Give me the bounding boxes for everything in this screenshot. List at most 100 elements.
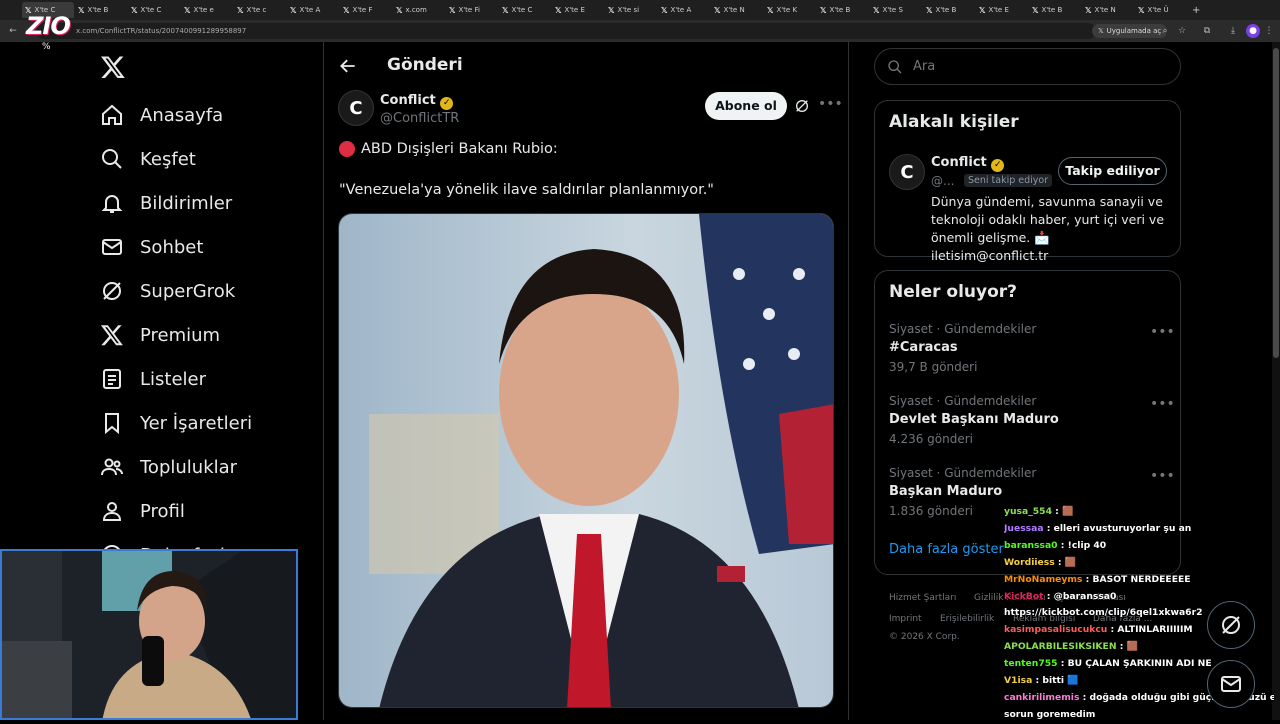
browser-tab[interactable]: 𝕏 X'te S (870, 2, 922, 18)
menu-icon[interactable]: ⋮ (1262, 24, 1276, 38)
trend-name[interactable]: Devlet Başkanı Maduro (889, 412, 1059, 427)
author-name[interactable]: Conflict ✓ (380, 93, 454, 110)
browser-tab[interactable]: 𝕏 X'te E (552, 2, 604, 18)
trend-name[interactable]: #Caracas (889, 340, 958, 355)
grok-icon[interactable] (794, 98, 810, 114)
browser-tab[interactable]: 𝕏 X'te B (817, 2, 869, 18)
browser-tab[interactable]: 𝕏 X'te c (234, 2, 286, 18)
search-input[interactable]: Ara (913, 59, 935, 74)
grok-icon (1222, 616, 1240, 634)
browser-tab[interactable]: 𝕏 X'te e (181, 2, 233, 18)
verified-badge-icon: ✓ (440, 97, 454, 110)
following-button[interactable]: Takip ediliyor (1058, 157, 1167, 185)
scrollbar-thumb[interactable] (1273, 48, 1279, 358)
footer-link[interactable]: Imprint (889, 614, 922, 624)
nav-item-list[interactable]: Listeler (100, 365, 206, 393)
stream-logo-badge: % (42, 42, 51, 52)
new-tab-button[interactable]: + (1192, 5, 1200, 16)
post-text-line-2: "Venezuela'ya yönelik ilave saldırılar p… (339, 182, 714, 198)
back-icon[interactable]: ← (6, 24, 20, 38)
nav-item-person[interactable]: Profil (100, 497, 185, 525)
browser-tab-label: X'te si (617, 6, 640, 14)
url-field[interactable]: x.com/ConflictTR/status/2007400991289958… (36, 23, 1096, 39)
nav-item-label: Profil (140, 500, 185, 522)
search-bar[interactable]: Ara (874, 48, 1181, 85)
more-options-icon[interactable]: ••• (818, 96, 843, 112)
related-handle[interactable]: @... (931, 174, 954, 188)
trend-more-icon[interactable]: ••• (1150, 396, 1175, 412)
stream-logo: ZIO (26, 12, 71, 40)
extension-icon[interactable]: ⧉ (1200, 24, 1214, 38)
browser-tab[interactable]: 𝕏 X'te N (1082, 2, 1134, 18)
browser-url-bar: ← x.com/ConflictTR/status/20074009912899… (0, 20, 1280, 42)
nav-item-people[interactable]: Topluluklar (100, 453, 237, 481)
x-favicon-icon: 𝕏 (555, 5, 562, 15)
footer-link[interactable]: Erişilebilirlik (940, 614, 994, 624)
related-name[interactable]: Conflict ✓ (931, 155, 1005, 172)
chat-username: APOLARBILESIKSIKEN (1004, 641, 1117, 653)
grok-icon (103, 282, 121, 300)
browser-tab[interactable]: 𝕏 X'te C (499, 2, 551, 18)
browser-tab-label: X'te e (193, 6, 214, 14)
messages-fab-button[interactable] (1207, 660, 1255, 708)
browser-tab[interactable]: 𝕏 X'te N (711, 2, 763, 18)
chat-username: baranssa0 (1004, 539, 1058, 551)
browser-tab[interactable]: 𝕏 X'te A (287, 2, 339, 18)
chat-text: 🟫 (1064, 556, 1077, 568)
browser-tab-label: X'te S (882, 6, 903, 14)
author-handle[interactable]: @ConflictTR (380, 111, 459, 126)
nav-item-home[interactable]: Anasayfa (100, 101, 223, 129)
profile-icon[interactable]: ● (1246, 24, 1260, 38)
trend-name[interactable]: Başkan Maduro (889, 484, 1002, 499)
show-more-link[interactable]: Daha fazla göster (889, 542, 1004, 557)
trend-more-icon[interactable]: ••• (1150, 468, 1175, 484)
browser-tab[interactable]: 𝕏 X'te E (976, 2, 1028, 18)
download-icon[interactable]: ⤓ (1226, 24, 1240, 38)
author-avatar[interactable]: C (338, 90, 374, 126)
browser-tab[interactable]: 𝕏 X'te F (340, 2, 392, 18)
chat-text: https://kickbot.com/clip/6qel1xkwa6r2 (1004, 607, 1203, 619)
nav-item-bookmark[interactable]: Yer İşaretleri (100, 409, 252, 437)
x-favicon-icon: 𝕏 (926, 5, 933, 15)
grok-fab-button[interactable] (1207, 601, 1255, 649)
nav-item-x[interactable]: Premium (100, 321, 220, 349)
copyright: © 2026 X Corp. (889, 632, 960, 642)
nav-item-grok[interactable]: SuperGrok (100, 277, 235, 305)
nav-item-mail[interactable]: Sohbet (100, 233, 203, 261)
related-avatar[interactable]: C (889, 154, 925, 190)
nav-item-search[interactable]: Keşfet (100, 145, 196, 173)
trend-count: 4.236 gönderi (889, 432, 973, 446)
browser-tab[interactable]: 𝕏 X'te Fi (446, 2, 498, 18)
browser-tab[interactable]: 𝕏 X'te si (605, 2, 657, 18)
browser-tab[interactable]: 𝕏x.com (393, 2, 445, 18)
browser-tab[interactable]: 𝕏 X'te Ü (1135, 2, 1187, 18)
trend-more-icon[interactable]: ••• (1150, 324, 1175, 340)
webcam-overlay (0, 549, 298, 720)
x-logo-icon[interactable] (100, 54, 126, 80)
browser-tab-label: X'te C (140, 6, 162, 14)
browser-tab[interactable]: 𝕏 X'te B (1029, 2, 1081, 18)
open-in-app-button[interactable]: 𝕏 Uygulamada aç (1092, 24, 1168, 38)
x-favicon-icon: 𝕏 (396, 5, 403, 15)
browser-tab[interactable]: 𝕏 X'te A (658, 2, 710, 18)
nav-item-bell[interactable]: Bildirimler (100, 189, 232, 217)
chat-message: Wordiiess : 🟫 (1004, 556, 1077, 568)
browser-tab[interactable]: 𝕏 X'te C (128, 2, 180, 18)
browser-tab[interactable]: 𝕏 X'te B (75, 2, 127, 18)
browser-tab[interactable]: 𝕏 X'te B (923, 2, 975, 18)
trend-category: Siyaset · Gündemdekiler (889, 322, 1037, 336)
subscribe-button[interactable]: Abone ol (705, 92, 787, 120)
star-icon[interactable]: ☆ (1175, 24, 1189, 38)
chat-username: KickBot (1004, 590, 1044, 602)
zoom-icon[interactable]: ⌕ (1158, 24, 1172, 38)
x-icon (100, 325, 123, 346)
chat-message: Juessaa : elleri avusturuyorlar şu an (1004, 522, 1192, 534)
back-arrow-icon[interactable] (338, 56, 358, 76)
x-favicon-icon: 𝕏 (820, 5, 827, 15)
post-photo[interactable] (338, 213, 834, 708)
x-favicon-icon: 𝕏 (78, 5, 85, 15)
browser-tab-label: X'te B (935, 6, 957, 14)
browser-tab[interactable]: 𝕏 X'te K (764, 2, 816, 18)
person-icon (102, 502, 122, 521)
footer-link[interactable]: Hizmet Şartları (889, 593, 956, 603)
